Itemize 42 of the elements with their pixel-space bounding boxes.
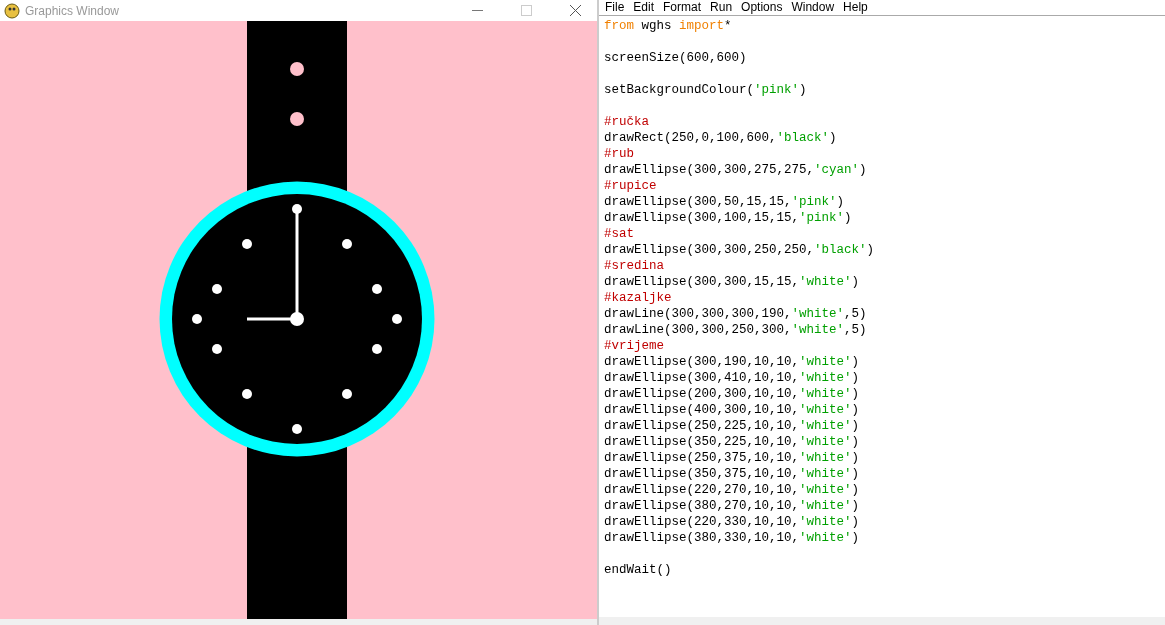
app-icon <box>4 2 20 19</box>
code-line: #rupice <box>604 178 658 194</box>
code-line: endWait() <box>604 562 673 578</box>
code-line: drawEllipse(380,330,10,10,'white') <box>604 530 861 546</box>
code-line: drawEllipse(300,300,15,15,'white') <box>604 274 861 290</box>
code-line: #kazaljke <box>604 290 673 306</box>
code-line: drawEllipse(250,375,10,10,'white') <box>604 450 861 466</box>
code-line: setBackgroundColour('pink') <box>604 82 808 98</box>
code-line: #sat <box>604 226 635 242</box>
code-line: drawEllipse(350,225,10,10,'white') <box>604 434 861 450</box>
code-line: drawEllipse(220,270,10,10,'white') <box>604 482 861 498</box>
menu-item[interactable]: Edit <box>631 0 662 14</box>
code-line: drawEllipse(250,225,10,10,'white') <box>604 418 861 434</box>
code-line: drawEllipse(380,270,10,10,'white') <box>604 498 861 514</box>
menu-item[interactable]: Run <box>708 0 740 14</box>
minimize-icon[interactable] <box>471 10 483 11</box>
code-line: drawLine(300,300,300,190,'white',5) <box>604 306 868 322</box>
menu-item[interactable]: Format <box>661 0 709 14</box>
code-line: drawEllipse(300,100,15,15,'pink') <box>604 210 853 226</box>
code-line: #rub <box>604 146 635 162</box>
menu-item[interactable]: Window <box>789 0 842 14</box>
code-line: #ručka <box>604 114 650 130</box>
code-line: from wghs import* <box>604 18 733 34</box>
code-line: drawEllipse(300,300,250,250,'black') <box>604 242 876 258</box>
code-line: drawEllipse(200,300,10,10,'white') <box>604 386 861 402</box>
window-title: Graphics Window <box>25 3 121 18</box>
code-line: screenSize(600,600) <box>604 50 748 66</box>
menu-item[interactable]: Options <box>739 0 790 14</box>
code-line: drawLine(300,300,250,300,'white',5) <box>604 322 868 338</box>
code-line: drawEllipse(300,300,275,275,'cyan') <box>604 162 868 178</box>
code-line: drawEllipse(300,50,15,15,'pink') <box>604 194 846 210</box>
code-line: drawEllipse(350,375,10,10,'white') <box>604 466 861 482</box>
menu-item[interactable]: Help <box>841 0 875 14</box>
code-line: drawEllipse(400,300,10,10,'white') <box>604 402 861 418</box>
code-line: drawEllipse(300,410,10,10,'white') <box>604 370 861 386</box>
menu-item[interactable]: File <box>603 0 632 14</box>
close-icon[interactable] <box>569 5 581 16</box>
code-line: drawEllipse(220,330,10,10,'white') <box>604 514 861 530</box>
code-line: #sredina <box>604 258 665 274</box>
code-line: #vrijeme <box>604 338 665 354</box>
code-line: drawRect(250,0,100,600,'black') <box>604 130 838 146</box>
code-line: drawEllipse(300,190,10,10,'white') <box>604 354 861 370</box>
